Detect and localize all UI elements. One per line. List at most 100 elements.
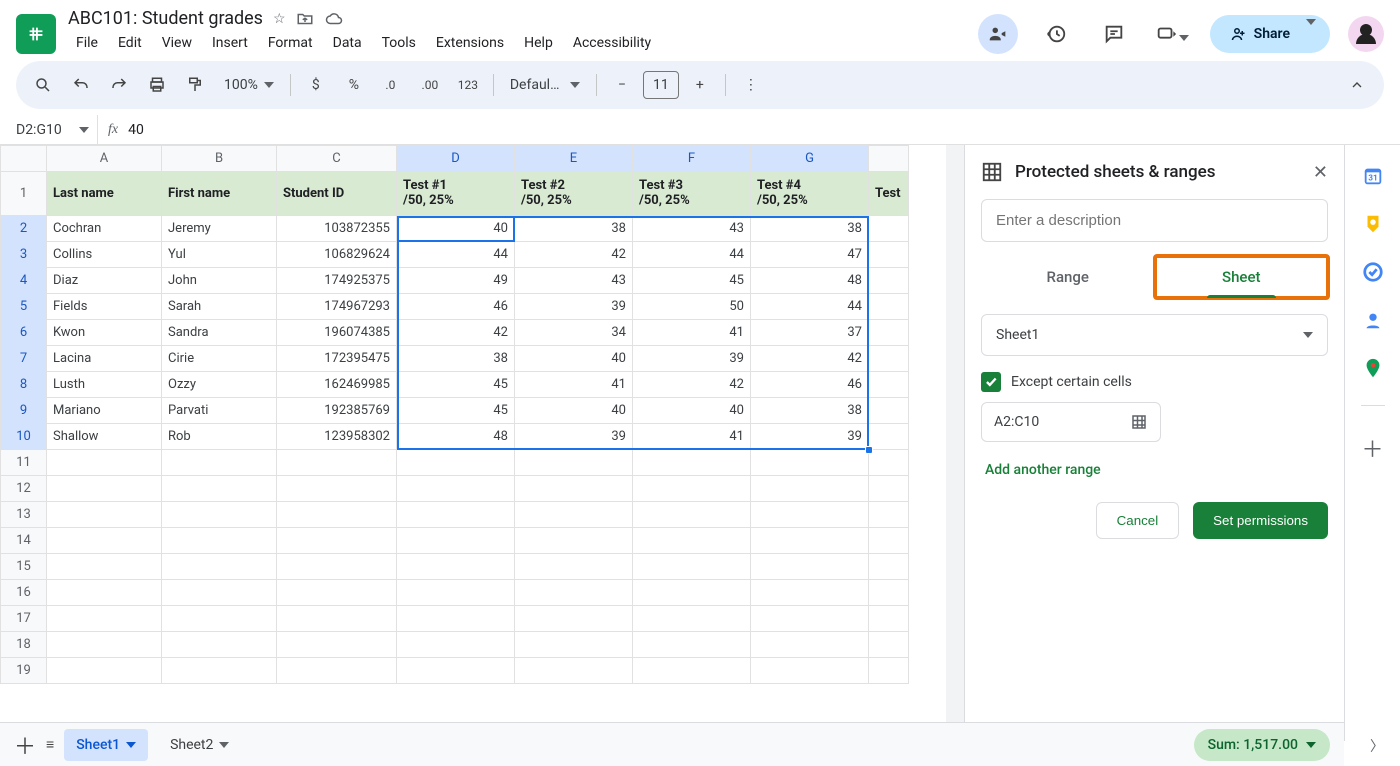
star-icon[interactable]: ☆ [273, 11, 286, 27]
row-header-14[interactable]: 14 [1, 528, 47, 554]
col-header-h[interactable] [869, 146, 909, 172]
cloud-status-icon[interactable] [324, 10, 344, 28]
cell-B8[interactable]: Ozzy [162, 372, 277, 398]
sheet-tab-2[interactable]: Sheet2 [158, 729, 241, 761]
except-cells-checkbox[interactable]: Except certain cells [981, 372, 1328, 392]
cell-E7[interactable]: 40 [515, 346, 633, 372]
sheet-tab-1[interactable]: Sheet1 [64, 729, 148, 761]
sheets-logo[interactable] [16, 14, 56, 54]
add-addon-icon[interactable]: ＋ [1361, 432, 1383, 464]
cell-D4[interactable]: 49 [397, 268, 515, 294]
cell-G8[interactable]: 46 [751, 372, 869, 398]
cell-B3[interactable]: Yul [162, 242, 277, 268]
cell-D6[interactable]: 42 [397, 320, 515, 346]
row-header-3[interactable]: 3 [1, 242, 47, 268]
row-header-12[interactable]: 12 [1, 476, 47, 502]
cell-D9[interactable]: 45 [397, 398, 515, 424]
cell-A9[interactable]: Mariano [47, 398, 162, 424]
share-dropdown[interactable] [1292, 15, 1330, 53]
cell-G3[interactable]: 47 [751, 242, 869, 268]
cell-C10[interactable]: 123958302 [277, 424, 397, 450]
cell-G7[interactable]: 42 [751, 346, 869, 372]
menu-view[interactable]: View [154, 31, 200, 55]
more-toolbar-icon[interactable]: ⋮ [734, 68, 768, 102]
cell-E2[interactable]: 38 [515, 216, 633, 242]
cell-D10[interactable]: 48 [397, 424, 515, 450]
cell-G6[interactable]: 37 [751, 320, 869, 346]
cell-C9[interactable]: 192385769 [277, 398, 397, 424]
col-header-E[interactable]: E [515, 146, 633, 172]
font-size-input[interactable]: 11 [643, 71, 679, 99]
row-header-18[interactable]: 18 [1, 632, 47, 658]
cell-A2[interactable]: Cochran [47, 216, 162, 242]
row-header-1[interactable]: 1 [1, 172, 47, 216]
cell-D7[interactable]: 38 [397, 346, 515, 372]
cell-G10[interactable]: 39 [751, 424, 869, 450]
row-header-2[interactable]: 2 [1, 216, 47, 242]
col-header-G[interactable]: G [751, 146, 869, 172]
zoom-dropdown[interactable]: 100% [216, 77, 282, 93]
menu-format[interactable]: Format [260, 31, 321, 55]
increase-font-size[interactable]: + [683, 68, 717, 102]
maps-icon[interactable] [1362, 357, 1384, 379]
row-header-13[interactable]: 13 [1, 502, 47, 528]
quicksum-chip[interactable]: Sum: 1,517.00 [1194, 729, 1330, 761]
except-range-input[interactable]: A2:C10 [981, 402, 1161, 442]
tasks-icon[interactable] [1362, 261, 1384, 283]
keep-icon[interactable] [1362, 213, 1384, 235]
cell-G5[interactable]: 44 [751, 294, 869, 320]
tab-range[interactable]: Range [981, 256, 1155, 298]
decrease-font-size[interactable]: − [605, 68, 639, 102]
percent-icon[interactable]: % [337, 68, 371, 102]
cell-C2[interactable]: 103872355 [277, 216, 397, 242]
menu-tools[interactable]: Tools [374, 31, 424, 55]
cell-F2[interactable]: 43 [633, 216, 751, 242]
row-header-11[interactable]: 11 [1, 450, 47, 476]
cell-C8[interactable]: 162469985 [277, 372, 397, 398]
cell-A5[interactable]: Fields [47, 294, 162, 320]
redo-icon[interactable] [102, 68, 136, 102]
cell-A10[interactable]: Shallow [47, 424, 162, 450]
row-header-7[interactable]: 7 [1, 346, 47, 372]
cancel-button[interactable]: Cancel [1096, 502, 1180, 539]
cell-C5[interactable]: 174967293 [277, 294, 397, 320]
col-header-A[interactable]: A [47, 146, 162, 172]
cell-C7[interactable]: 172395475 [277, 346, 397, 372]
description-input[interactable] [981, 199, 1328, 242]
row-header-4[interactable]: 4 [1, 268, 47, 294]
cell-C6[interactable]: 196074385 [277, 320, 397, 346]
cell-E9[interactable]: 40 [515, 398, 633, 424]
move-icon[interactable] [296, 10, 314, 28]
cell-F6[interactable]: 41 [633, 320, 751, 346]
present-icon[interactable] [1152, 14, 1192, 54]
cell-D2[interactable]: 40 [397, 216, 515, 242]
menu-edit[interactable]: Edit [110, 31, 150, 55]
decrease-decimal-icon[interactable]: .0 [375, 68, 409, 102]
row-header-6[interactable]: 6 [1, 320, 47, 346]
name-box[interactable]: D2:G10 [8, 115, 98, 144]
add-sheet-icon[interactable]: ＋ [14, 729, 36, 761]
cell-G4[interactable]: 48 [751, 268, 869, 294]
cell-A8[interactable]: Lusth [47, 372, 162, 398]
document-title[interactable]: ABC101: Student grades [68, 8, 263, 29]
cell-C4[interactable]: 174925375 [277, 268, 397, 294]
row-header-16[interactable]: 16 [1, 580, 47, 606]
menu-file[interactable]: File [68, 31, 106, 55]
cell-B4[interactable]: John [162, 268, 277, 294]
cell-B6[interactable]: Sandra [162, 320, 277, 346]
cell-F9[interactable]: 40 [633, 398, 751, 424]
print-icon[interactable] [140, 68, 174, 102]
collapse-toolbar-icon[interactable] [1340, 68, 1374, 102]
close-icon[interactable]: ✕ [1313, 162, 1328, 183]
cell-G2[interactable]: 38 [751, 216, 869, 242]
cell-A4[interactable]: Diaz [47, 268, 162, 294]
increase-decimal-icon[interactable]: .00 [413, 68, 447, 102]
cell-F4[interactable]: 45 [633, 268, 751, 294]
cell-C3[interactable]: 106829624 [277, 242, 397, 268]
cell-E4[interactable]: 43 [515, 268, 633, 294]
cell-A3[interactable]: Collins [47, 242, 162, 268]
cell-A6[interactable]: Kwon [47, 320, 162, 346]
cell-D5[interactable]: 46 [397, 294, 515, 320]
cell-E10[interactable]: 39 [515, 424, 633, 450]
search-menus-icon[interactable] [26, 68, 60, 102]
